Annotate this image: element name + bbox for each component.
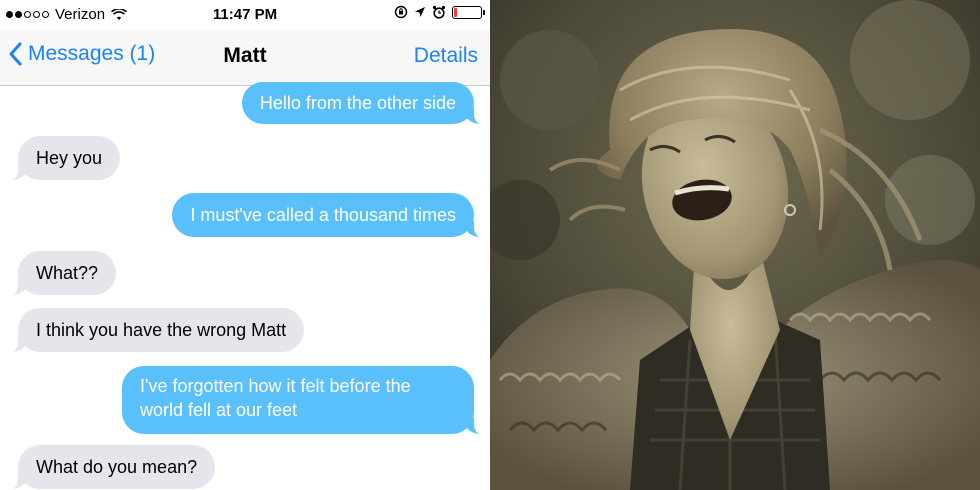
message-text: I think you have the wrong Matt <box>36 320 287 340</box>
status-bar: Verizon 11:47 PM <box>0 0 490 30</box>
singer-photo-illustration <box>490 0 980 490</box>
message-bubble-incoming[interactable]: I think you have the wrong Matt <box>3 308 305 353</box>
battery-level-fill <box>454 7 458 17</box>
location-arrow-icon <box>415 7 425 17</box>
message-bubble-outgoing[interactable]: I've forgotten how it felt before the wo… <box>122 366 488 435</box>
message-text: I've forgotten how it felt before the wo… <box>140 376 411 420</box>
message-bubble-incoming[interactable]: Hey you <box>3 136 121 181</box>
navigation-bar: Messages (1) Matt Details <box>0 30 490 86</box>
details-button[interactable]: Details <box>414 44 478 68</box>
singer-photo <box>490 0 980 490</box>
message-text: I must've called a thousand times <box>190 205 456 225</box>
message-text: What do you mean? <box>36 457 198 477</box>
messages-screen: Verizon 11:47 PM Messages (1) Matt Detai… <box>0 0 490 490</box>
message-bubble-incoming[interactable]: What?? <box>3 251 117 296</box>
message-text: Hey you <box>36 148 103 168</box>
battery-icon <box>452 5 485 19</box>
message-bubble-outgoing[interactable]: Hello from the other side <box>241 82 489 125</box>
back-to-messages-button[interactable]: Messages (1) <box>8 42 155 66</box>
status-right <box>394 5 485 19</box>
chevron-left-icon <box>9 42 22 66</box>
back-button-label: Messages (1) <box>28 42 156 65</box>
message-thread[interactable]: Hello from the other side Hey you I must… <box>0 82 490 490</box>
message-bubble-outgoing[interactable]: I must've called a thousand times <box>172 193 488 238</box>
message-text: What?? <box>36 263 99 283</box>
message-bubble-incoming[interactable]: What do you mean? <box>3 445 216 490</box>
rotation-lock-icon <box>394 5 408 19</box>
message-text: Hello from the other side <box>259 93 456 113</box>
alarm-icon <box>432 5 446 19</box>
